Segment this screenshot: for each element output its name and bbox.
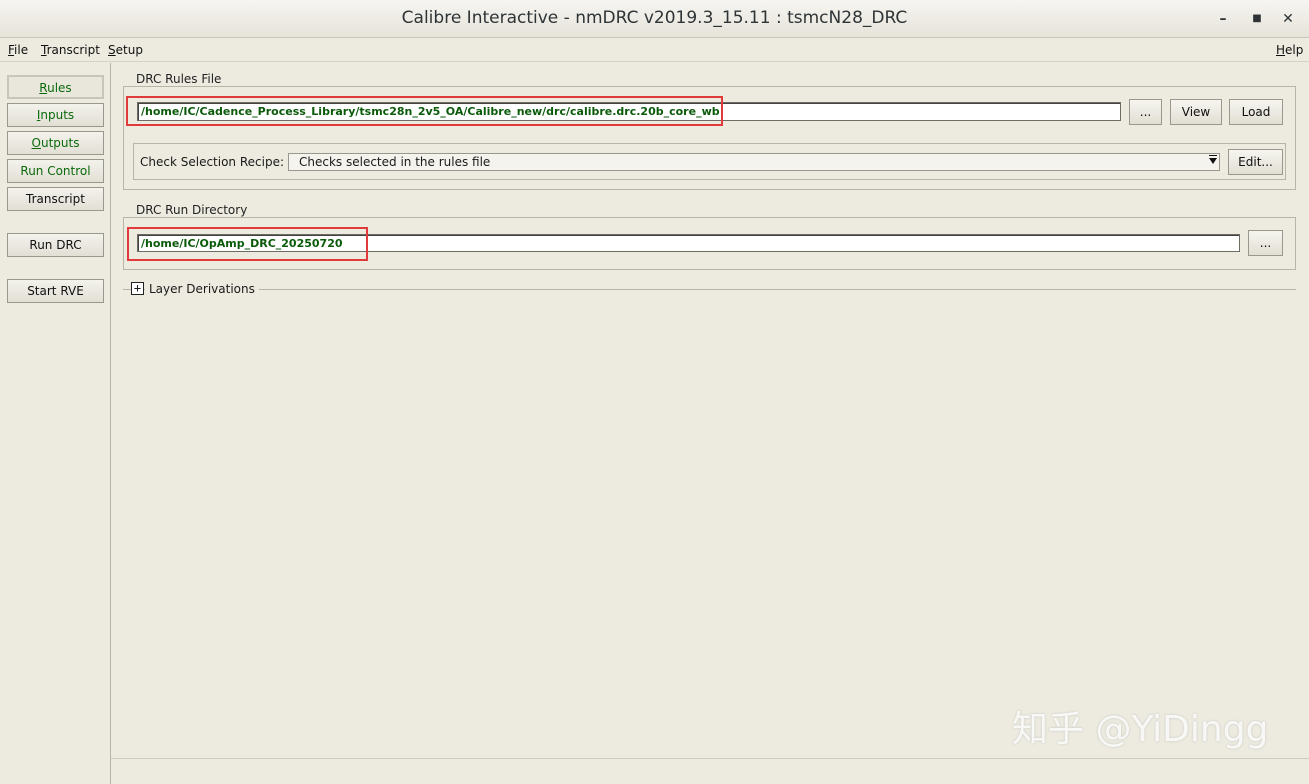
menu-bar: File Transcript Setup Help: [0, 38, 1309, 62]
nav-outputs-button[interactable]: Outputs: [7, 131, 104, 155]
load-button[interactable]: Load: [1229, 99, 1283, 125]
status-bar: [111, 758, 1309, 784]
start-rve-button[interactable]: Start RVE: [7, 279, 104, 303]
maximize-icon[interactable]: ■: [1247, 9, 1267, 29]
run-drc-button[interactable]: Run DRC: [7, 233, 104, 257]
expand-plus-icon[interactable]: +: [131, 282, 144, 295]
menu-transcript[interactable]: Transcript: [41, 43, 100, 57]
chevron-down-icon: [1209, 155, 1217, 164]
close-icon[interactable]: ✕: [1278, 9, 1298, 29]
nav-transcript-button[interactable]: Transcript: [7, 187, 104, 211]
layer-derivations-label[interactable]: Layer Derivations: [145, 282, 259, 296]
edit-recipe-button[interactable]: Edit...: [1228, 149, 1283, 175]
watermark: 知乎 @YiDingg: [1012, 709, 1269, 750]
recipe-select[interactable]: Checks selected in the rules file: [288, 153, 1220, 171]
recipe-label: Check Selection Recipe:: [140, 155, 284, 169]
run-directory-browse-button[interactable]: ...: [1248, 230, 1283, 256]
nav-rules-button[interactable]: Rules: [7, 75, 104, 99]
rules-file-group-label: DRC Rules File: [132, 72, 226, 86]
rules-file-browse-button[interactable]: ...: [1129, 99, 1162, 125]
menu-help[interactable]: Help: [1276, 43, 1303, 57]
view-button[interactable]: View: [1170, 99, 1222, 125]
layer-derivations-divider: [123, 289, 1296, 290]
title-bar: Calibre Interactive - nmDRC v2019.3_15.1…: [0, 0, 1309, 38]
nav-run-control-button[interactable]: Run Control: [7, 159, 104, 183]
nav-inputs-button[interactable]: Inputs: [7, 103, 104, 127]
left-nav: Rules Inputs Outputs Run Control Transcr…: [0, 63, 111, 784]
recipe-select-value: Checks selected in the rules file: [299, 155, 491, 169]
rules-file-input[interactable]: /home/IC/Cadence_Process_Library/tsmc28n…: [137, 102, 1121, 121]
minimize-icon[interactable]: –: [1213, 9, 1233, 29]
run-directory-input[interactable]: /home/IC/OpAmp_DRC_20250720: [137, 234, 1240, 252]
menu-file[interactable]: File: [8, 43, 28, 57]
run-directory-group-label: DRC Run Directory: [132, 203, 252, 217]
window-title: Calibre Interactive - nmDRC v2019.3_15.1…: [401, 8, 908, 28]
menu-setup[interactable]: Setup: [108, 43, 143, 57]
